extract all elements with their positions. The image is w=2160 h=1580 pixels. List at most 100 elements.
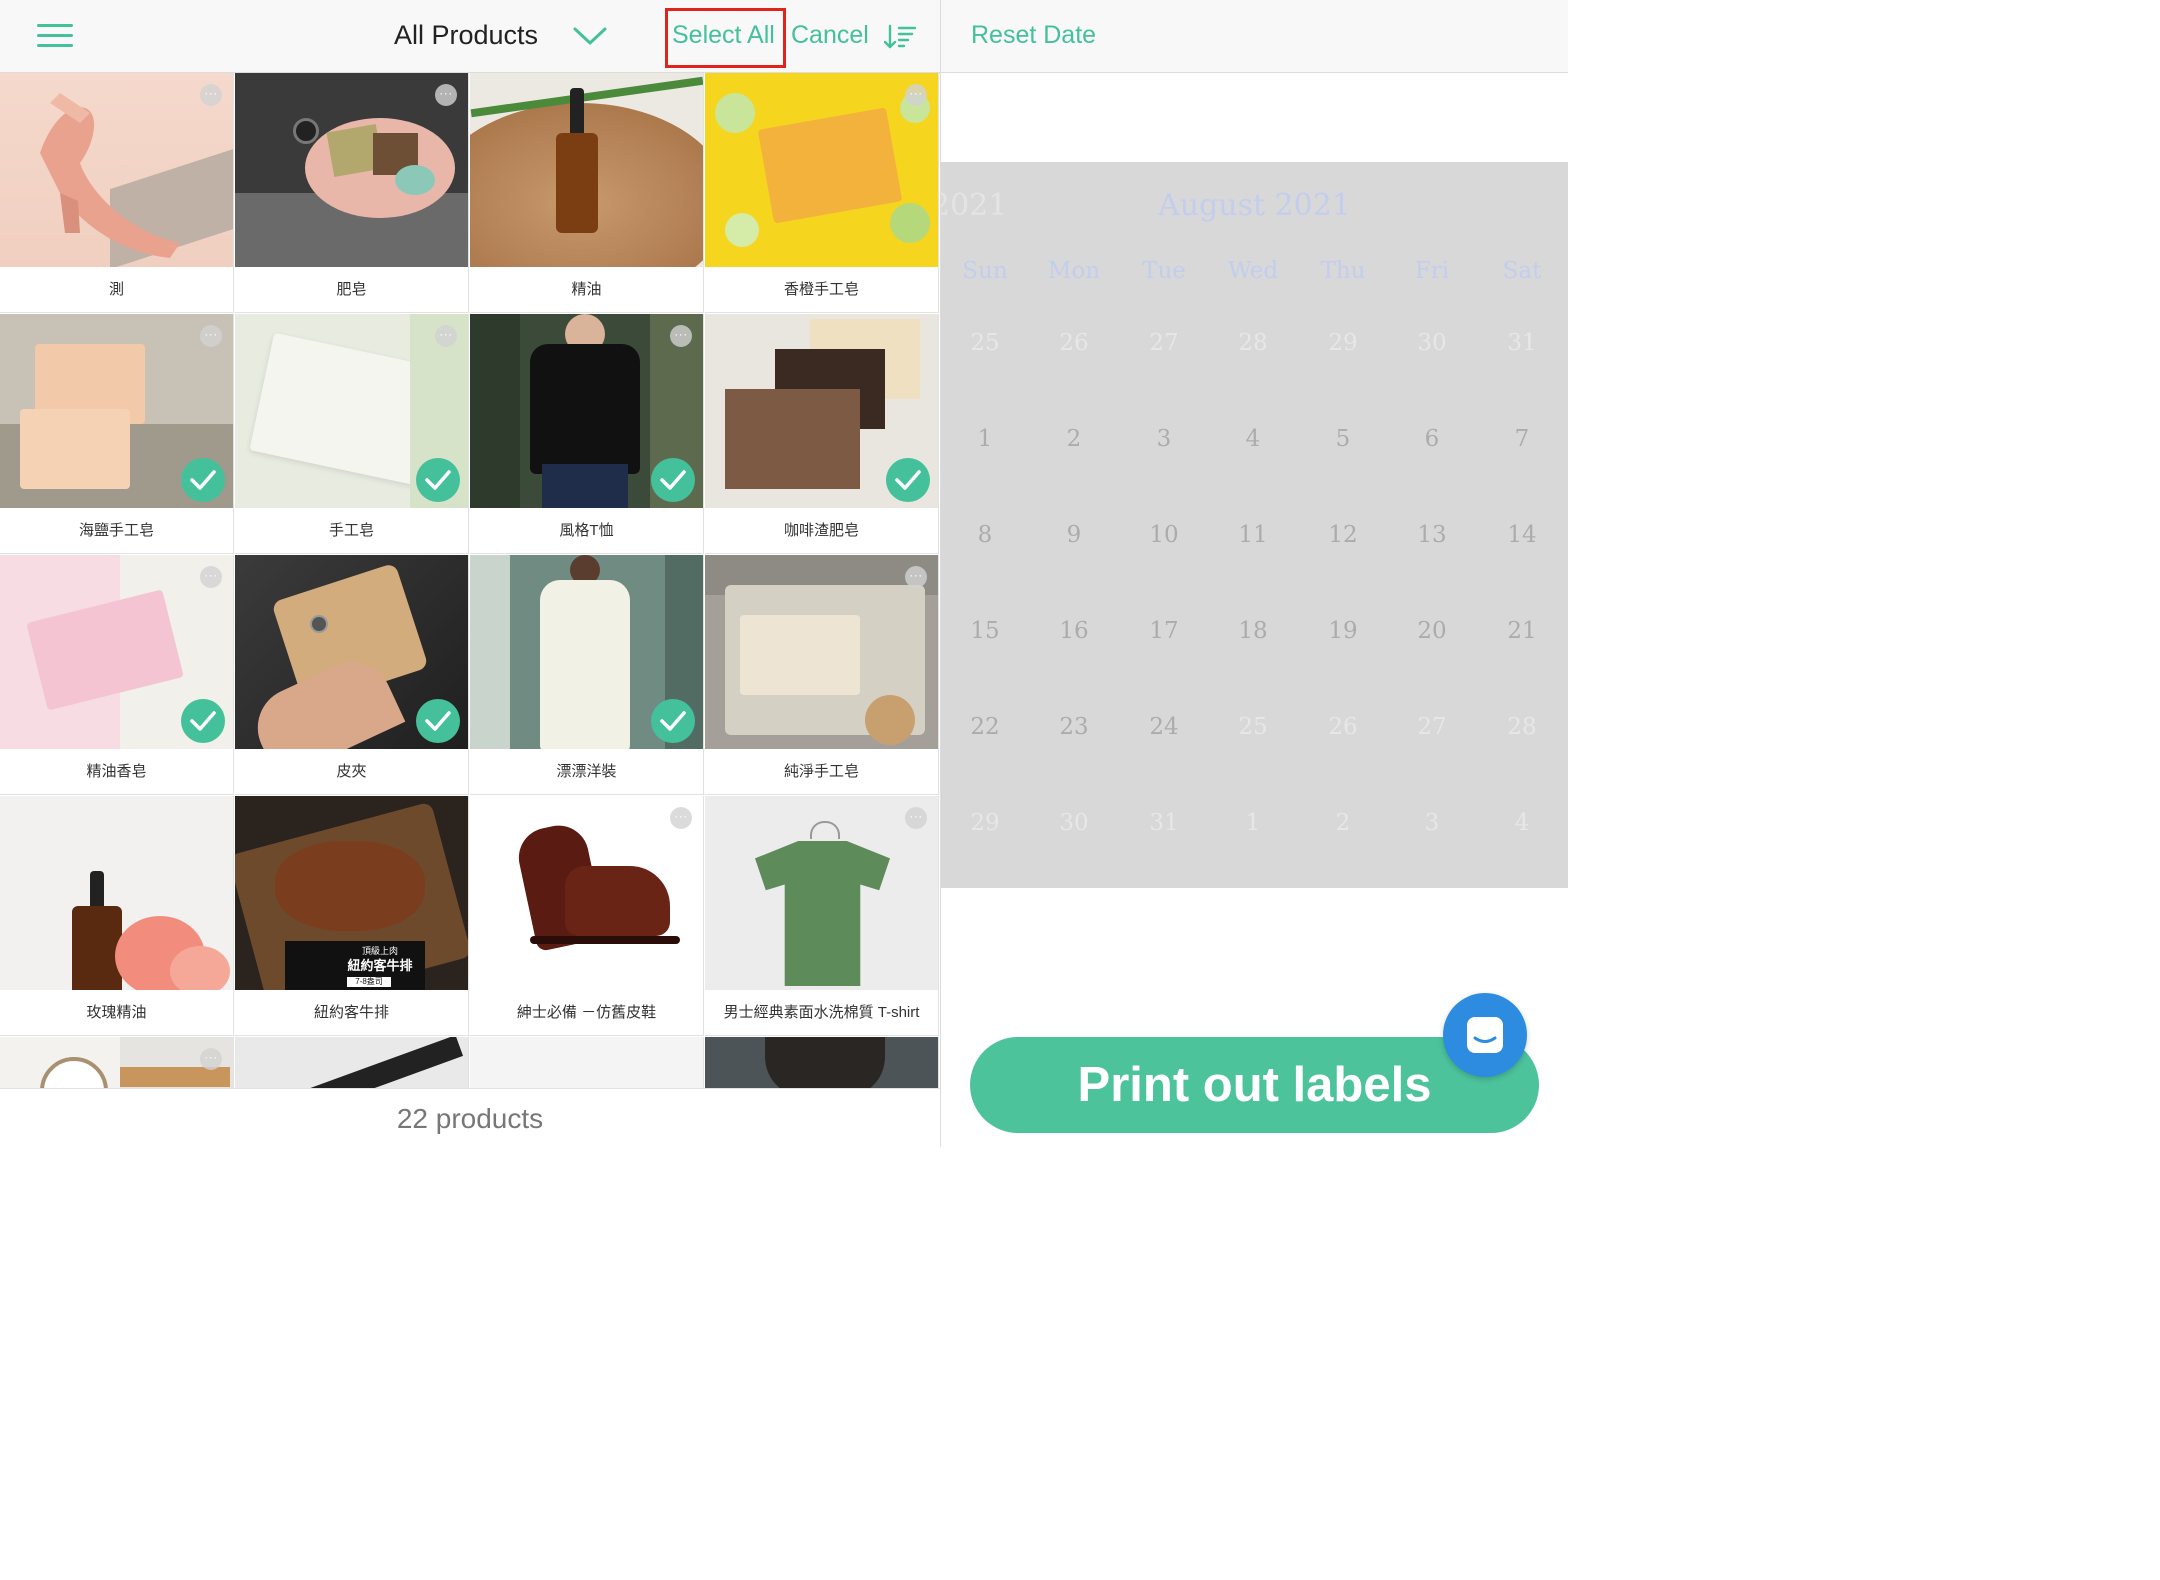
- product-card[interactable]: [705, 1037, 939, 1088]
- product-name: 紐約客牛排: [313, 1004, 389, 1021]
- more-options-icon[interactable]: ···: [670, 325, 692, 347]
- weekday-header: Sat: [1502, 258, 1542, 284]
- product-card[interactable]: 漂漂洋裝: [470, 555, 704, 795]
- calendar-day: 31: [1149, 810, 1179, 836]
- product-card[interactable]: 玫瑰精油: [0, 796, 234, 1036]
- cancel-button[interactable]: Cancel: [791, 21, 869, 50]
- chat-support-icon[interactable]: [1443, 993, 1527, 1077]
- calendar-day[interactable]: 4: [1213, 426, 1293, 452]
- more-options-icon[interactable]: ···: [905, 566, 927, 588]
- calendar-day[interactable]: 7: [1482, 426, 1562, 452]
- calendar-day[interactable]: 10: [1124, 522, 1204, 548]
- product-card[interactable]: 頂級上肉 紐約客牛排 7-8盎司 紐約客牛排: [235, 796, 469, 1036]
- product-card[interactable]: [235, 1037, 469, 1088]
- reset-date-button[interactable]: Reset Date: [971, 21, 1096, 50]
- more-options-icon[interactable]: ···: [200, 325, 222, 347]
- calendar-day[interactable]: 24: [1124, 714, 1204, 740]
- product-name: 香橙手工皂: [783, 281, 859, 298]
- calendar-day: 28: [1507, 714, 1537, 740]
- selected-check-icon[interactable]: [416, 458, 460, 502]
- selected-check-icon[interactable]: [651, 699, 695, 743]
- product-image: [705, 1037, 938, 1088]
- product-card[interactable]: 紳士必備 －仿舊皮鞋 ···: [470, 796, 704, 1036]
- calendar-day[interactable]: 2: [1034, 426, 1114, 452]
- product-card[interactable]: 香橙手工皂 ···: [705, 73, 939, 313]
- selected-check-icon[interactable]: [886, 458, 930, 502]
- chevron-down-icon[interactable]: [572, 24, 608, 48]
- calendar-day[interactable]: 5: [1303, 426, 1383, 452]
- calendar-day[interactable]: 18: [1213, 618, 1293, 644]
- product-card[interactable]: 測 ···: [0, 73, 234, 313]
- product-card[interactable]: 精油: [470, 73, 704, 313]
- product-image: [705, 555, 938, 749]
- steak-label-line2: 紐約客牛排: [347, 958, 413, 973]
- calendar-day[interactable]: 13: [1392, 522, 1472, 548]
- more-options-icon[interactable]: ···: [200, 566, 222, 588]
- calendar-day[interactable]: 8: [945, 522, 1025, 548]
- calendar-day[interactable]: 21: [1482, 618, 1562, 644]
- calendar-day[interactable]: 16: [1034, 618, 1114, 644]
- selected-check-icon[interactable]: [651, 458, 695, 502]
- calendar-day: 30: [1417, 330, 1447, 356]
- selected-check-icon[interactable]: [181, 699, 225, 743]
- selected-check-icon[interactable]: [181, 458, 225, 502]
- calendar-day[interactable]: 6: [1392, 426, 1472, 452]
- calendar-day[interactable]: 23: [1034, 714, 1114, 740]
- hamburger-menu-icon[interactable]: [37, 24, 73, 48]
- product-card[interactable]: 皮夾: [235, 555, 469, 795]
- calendar-day: 25: [970, 330, 1000, 356]
- calendar-day[interactable]: 3: [1124, 426, 1204, 452]
- product-card[interactable]: ···: [0, 1037, 234, 1088]
- calendar-day: 26: [1059, 330, 1089, 356]
- product-name: 男士經典素面水洗棉質 T-shirt: [723, 1004, 920, 1021]
- more-options-icon[interactable]: ···: [200, 84, 222, 106]
- product-image: [0, 1037, 233, 1088]
- calendar-day: 4: [1514, 810, 1530, 836]
- product-name: 精油香皂: [86, 763, 147, 780]
- calendar-day[interactable]: 22: [945, 714, 1025, 740]
- product-card[interactable]: 手工皂 ···: [235, 314, 469, 554]
- calendar-day[interactable]: 20: [1392, 618, 1472, 644]
- product-card[interactable]: 風格T恤 ···: [470, 314, 704, 554]
- calendar-day: 28: [1238, 330, 1268, 356]
- product-card[interactable]: 純淨手工皂 ···: [705, 555, 939, 795]
- product-name: 風格T恤: [559, 522, 614, 539]
- calendar-day[interactable]: 12: [1303, 522, 1383, 548]
- calendar-day: 30: [1059, 810, 1089, 836]
- calendar-day[interactable]: 19: [1303, 618, 1383, 644]
- product-name: 海鹽手工皂: [78, 522, 154, 539]
- product-image: [705, 796, 938, 990]
- product-image: [470, 73, 703, 267]
- product-name: 純淨手工皂: [783, 763, 859, 780]
- calendar-day[interactable]: 9: [1034, 522, 1114, 548]
- selected-check-icon[interactable]: [416, 699, 460, 743]
- sort-icon[interactable]: [883, 24, 917, 50]
- calendar-day[interactable]: 15: [945, 618, 1025, 644]
- weekday-header: Mon: [1047, 258, 1101, 284]
- more-options-icon[interactable]: ···: [905, 84, 927, 106]
- product-card[interactable]: 男士經典素面水洗棉質 T-shirt ···: [705, 796, 939, 1036]
- calendar-day[interactable]: 11: [1213, 522, 1293, 548]
- more-options-icon[interactable]: ···: [435, 325, 457, 347]
- calendar-day: 26: [1328, 714, 1358, 740]
- product-image: [470, 1037, 703, 1088]
- more-options-icon[interactable]: ···: [905, 807, 927, 829]
- top-bar: All Products Select All Cancel: [0, 0, 940, 73]
- product-grid: 測 ··· 肥皂 ··· 精油 香橙手工皂 ··· 海鹽手工皂 ··· 手工皂 …: [0, 73, 940, 1088]
- calendar-month-title: August 2021: [1158, 188, 1351, 223]
- more-options-icon[interactable]: ···: [200, 1048, 222, 1070]
- product-card[interactable]: 咖啡渣肥皂: [705, 314, 939, 554]
- product-image: [235, 73, 468, 267]
- product-card[interactable]: 精油香皂 ···: [0, 555, 234, 795]
- calendar-day[interactable]: 14: [1482, 522, 1562, 548]
- weekday-header: Wed: [1227, 258, 1279, 284]
- page-title: All Products: [394, 20, 539, 50]
- product-card[interactable]: 海鹽手工皂 ···: [0, 314, 234, 554]
- more-options-icon[interactable]: ···: [435, 84, 457, 106]
- more-options-icon[interactable]: ···: [670, 807, 692, 829]
- product-card[interactable]: [470, 1037, 704, 1088]
- product-card[interactable]: 肥皂 ···: [235, 73, 469, 313]
- calendar-day[interactable]: 1: [945, 426, 1025, 452]
- weekday-header: Thu: [1320, 258, 1366, 284]
- calendar-day[interactable]: 17: [1124, 618, 1204, 644]
